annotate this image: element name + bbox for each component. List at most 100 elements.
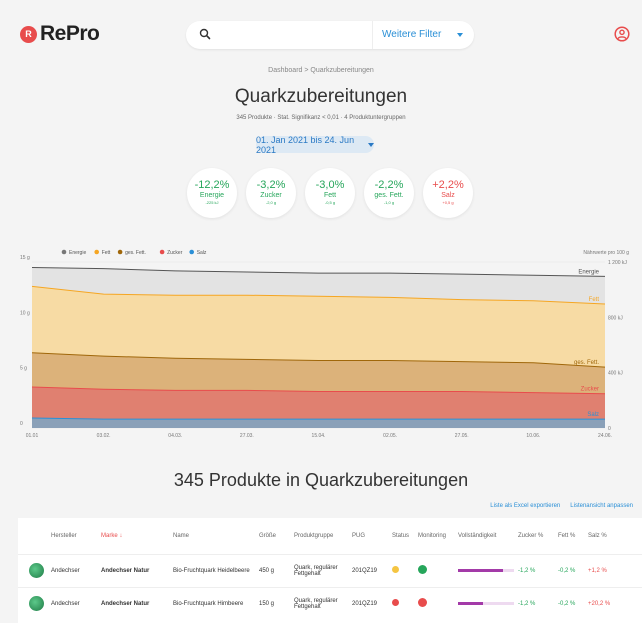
cell-vollstaendigkeit — [455, 586, 515, 620]
cell-hersteller: Andechser — [48, 553, 98, 587]
cell-fett: -0,2 % — [555, 553, 585, 587]
x-tick-label: 27.03. — [240, 433, 254, 439]
cell-vollstaendigkeit — [455, 553, 515, 587]
legend-swatch — [189, 249, 194, 255]
x-tick-label: 01.01 — [26, 433, 39, 439]
series-end-label: Fett — [589, 297, 600, 303]
legend-label: Salz — [197, 250, 207, 256]
col-header-produktgruppe[interactable]: Produktgruppe — [291, 518, 349, 554]
nutrition-area-chart: 15 g 1 200 kJ 10 g 800 kJ 5 g 400 kJ 0 0 Nährwer… — [20, 249, 629, 439]
chevron-down-icon — [368, 142, 374, 147]
x-tick-label: 02.05. — [383, 433, 397, 439]
y-tick-label-right: 800 kJ — [608, 315, 623, 321]
customize-list-link[interactable]: Listenansicht anpassen — [570, 503, 633, 509]
breadcrumb[interactable]: Dashboard > Quarkzubereitungen — [0, 67, 642, 74]
col-header-hersteller[interactable]: Hersteller — [48, 518, 98, 554]
product-image — [29, 563, 44, 578]
kpi-value: +2,2% — [432, 179, 464, 191]
cell-marke: Andechser Natur — [98, 586, 170, 620]
monitoring-icon[interactable] — [418, 565, 427, 574]
col-header-salz[interactable]: Salz % — [585, 518, 642, 554]
col-header-status[interactable]: Status — [389, 518, 415, 554]
cell-pug: 201QZ19 — [349, 553, 389, 587]
export-excel-link[interactable]: Liste als Excel exportieren — [490, 503, 560, 509]
series-end-label: Zucker — [581, 387, 599, 393]
y-tick-label-right: 0 — [608, 426, 611, 432]
status-dot — [392, 566, 399, 573]
kpi-ges-fett[interactable]: -2,2% ges. Fett. -1,0 g — [364, 168, 414, 218]
completeness-fill — [458, 602, 484, 606]
col-header-monitoring[interactable]: Monitoring — [415, 518, 455, 554]
kpi-value: -2,2% — [374, 179, 404, 191]
legend-swatch — [117, 249, 123, 255]
cell-name[interactable]: Bio-Fruchtquark Heidelbeere — [170, 553, 256, 587]
col-header-name[interactable]: Name — [170, 518, 256, 554]
date-range-picker[interactable]: 01. Jan 2021 bis 24. Jun 2021 — [256, 135, 374, 155]
kpi-value: -3,0% — [315, 179, 345, 191]
logo[interactable]: R RePro — [20, 22, 100, 46]
chevron-down-icon[interactable] — [457, 33, 463, 37]
cell-groesse: 150 g — [256, 586, 291, 620]
cell-groesse: 450 g — [256, 553, 291, 587]
kpi-fett[interactable]: -3,0% Fett -0,5 g — [305, 168, 355, 218]
y-tick-label: 5 g — [20, 366, 27, 372]
cell-zucker: -1,2 % — [515, 586, 555, 620]
legend-label: Fett — [102, 250, 111, 256]
cell-monitoring — [415, 553, 455, 587]
cell-marke: Andechser Natur — [98, 553, 170, 587]
filter-dropdown-button[interactable]: Weitere Filter — [382, 29, 441, 40]
kpi-label: Salz — [441, 192, 455, 199]
col-header-pug[interactable]: PUG — [349, 518, 389, 554]
search-bar: Weitere Filter — [186, 21, 474, 49]
y-tick-label-right: 400 kJ — [608, 371, 623, 377]
logo-badge: R — [20, 25, 37, 43]
table-row[interactable]: Andechser Andechser Natur Bio-Fruchtquar… — [18, 553, 642, 587]
right-axis-title: Nährwerte pro 100 g — [583, 250, 629, 256]
product-image — [29, 596, 44, 612]
col-header-fett[interactable]: Fett % — [555, 518, 585, 554]
cell-name[interactable]: Bio-Fruchtquark Himbeere — [170, 586, 256, 620]
x-tick-label: 15.04. — [312, 433, 326, 439]
search-icon[interactable] — [199, 28, 211, 40]
cell-status — [389, 586, 415, 620]
cell-salz: +1,2 % — [585, 553, 642, 587]
kpi-zucker[interactable]: -3,2% Zucker -2,0 g — [246, 168, 296, 218]
series-end-label: Salz — [587, 412, 599, 418]
legend-swatch — [159, 249, 165, 255]
x-tick-label: 24.06. — [598, 433, 612, 439]
x-tick-label: 04.03. — [168, 433, 182, 439]
col-header-zucker[interactable]: Zucker % — [515, 518, 555, 554]
user-icon[interactable] — [614, 26, 630, 42]
table-actions: Liste als Excel exportieren Listenansich… — [490, 503, 633, 509]
cell-salz: +20,2 % — [585, 586, 642, 620]
table-header-row: Hersteller Marke ↓ Name Größe Produktgru… — [18, 518, 642, 554]
col-header-vollstaendigkeit[interactable]: Vollständigkeit — [455, 518, 515, 554]
y-tick-label-right: 1 200 kJ — [608, 260, 627, 266]
cell-hersteller: Andechser — [48, 586, 98, 620]
product-thumbnail — [18, 553, 48, 587]
legend-label: ges. Fett. — [125, 250, 146, 256]
completeness-bar — [458, 569, 514, 572]
x-tick-label: 10.06. — [526, 433, 540, 439]
table-row[interactable]: Andechser Andechser Natur Bio-Fruchtquar… — [18, 586, 642, 620]
y-tick-label: 0 — [20, 421, 23, 427]
col-header-groesse[interactable]: Größe — [256, 518, 291, 554]
col-header-marke[interactable]: Marke ↓ — [98, 518, 170, 554]
products-table: Hersteller Marke ↓ Name Größe Produktgru… — [18, 518, 642, 623]
series-end-label: Energie — [578, 269, 599, 275]
kpi-label: ges. Fett. — [374, 192, 404, 199]
kpi-energie[interactable]: -12,2% Energie -225 kJ — [187, 168, 237, 218]
monitoring-icon[interactable] — [418, 598, 427, 608]
col-header-image — [18, 518, 48, 554]
completeness-fill — [458, 569, 503, 572]
series-end-label: ges. Fett. — [574, 360, 599, 366]
y-tick-label: 10 g — [20, 310, 30, 316]
legend-swatch — [94, 249, 99, 255]
header: R RePro Weitere Filter — [0, 0, 642, 66]
legend-label: Energie — [69, 250, 86, 256]
kpi-sub: -0,5 g — [324, 200, 336, 205]
kpi-salz[interactable]: +2,2% Salz +0,5 g — [423, 168, 473, 218]
kpi-label: Fett — [323, 192, 337, 199]
cell-fett: -0,2 % — [555, 586, 585, 620]
cell-pug: 201QZ19 — [349, 586, 389, 620]
